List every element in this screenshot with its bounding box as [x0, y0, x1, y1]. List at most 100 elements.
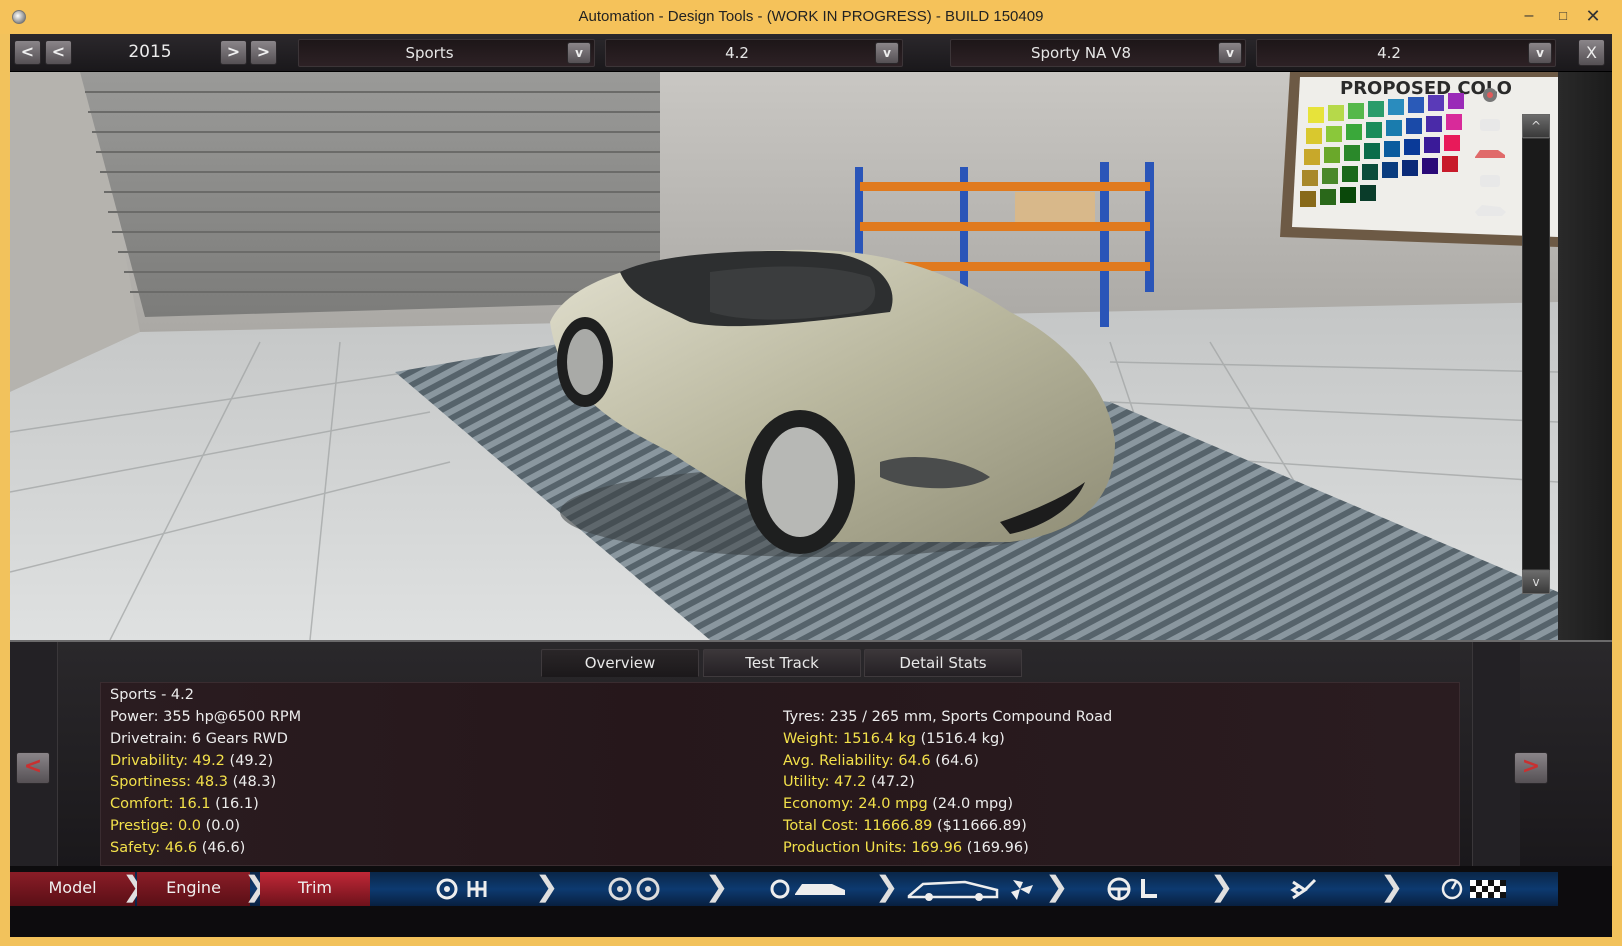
close-designer-button[interactable]: X: [1578, 39, 1605, 66]
stat-base-value: (47.2): [871, 774, 915, 791]
model-dropdown[interactable]: Sports v: [298, 39, 595, 67]
stat-label: Comfort:: [110, 796, 179, 813]
gauge-flag-icon: [1441, 878, 1506, 900]
stat-base-value: (169.96): [966, 839, 1029, 856]
year-prev-fast-button[interactable]: <: [14, 40, 41, 65]
nav-trim[interactable]: Trim: [260, 872, 370, 906]
design-stage-bar: Model ❯ Engine ❯ Trim ❯ ❯ ❯ ❯ ❯ ❯: [10, 872, 1558, 906]
car-front-view-icon[interactable]: [1472, 116, 1508, 134]
nav-body[interactable]: [765, 876, 855, 902]
stat-row: Total Cost: 11666.89 ($11666.89): [783, 818, 1027, 834]
client-area: < < 2015 > > Sports v 4.2 v Sporty NA V8…: [10, 34, 1612, 937]
year-next-fast-button[interactable]: >: [250, 40, 277, 65]
nav-gearbox[interactable]: [430, 876, 500, 902]
maximize-button[interactable]: □: [1548, 4, 1578, 28]
steering-seat-icon: [1107, 877, 1157, 901]
stat-value: 11666.89: [863, 818, 933, 834]
stat-value: 24.0 mpg: [858, 796, 928, 813]
stat-label: Economy:: [783, 796, 859, 813]
stat-base-value: (16.1): [215, 796, 259, 813]
trim-dropdown-value: 4.2: [725, 44, 749, 62]
body-panel-icon: [770, 879, 845, 899]
stat-value: 169.96: [911, 839, 963, 856]
stat-label: Weight:: [783, 730, 844, 747]
bottom-navigation: Model ❯ Engine ❯ Trim ❯ ❯ ❯ ❯ ❯ ❯: [10, 866, 1612, 937]
scroll-up-button[interactable]: ^: [1522, 114, 1550, 138]
suspension-spring-icon: [1290, 878, 1317, 900]
next-stats-button[interactable]: >: [1514, 752, 1548, 784]
scroll-down-button[interactable]: v: [1522, 570, 1550, 594]
wheel-icon: [608, 877, 660, 901]
close-window-button[interactable]: ✕: [1578, 4, 1608, 28]
stat-row: Drivability: 49.2 (49.2): [110, 753, 273, 769]
stat-base-value: (1516.4 kg): [920, 730, 1005, 747]
stat-base-value: (64.6): [935, 752, 979, 769]
chevron-down-icon[interactable]: v: [1528, 42, 1552, 64]
stat-base-value: (0.0): [205, 818, 240, 834]
chevron-right-icon: ❯: [875, 870, 899, 903]
stat-value: 235 / 265 mm, Sports Compound Road: [829, 709, 1113, 725]
app-window: Automation - Design Tools - (WORK IN PRO…: [0, 0, 1622, 946]
car-rear-view-icon[interactable]: [1472, 172, 1508, 190]
stat-label: Utility:: [783, 774, 835, 791]
nav-suspension[interactable]: [1275, 876, 1335, 902]
stat-label: Drivetrain:: [110, 730, 192, 747]
car-3quarter-view-icon[interactable]: [1472, 200, 1508, 218]
stat-value: 6 Gears RWD: [191, 730, 288, 747]
info-panel: Overview Test Track Detail Stats < > Spo…: [10, 640, 1612, 868]
stat-row: Prestige: 0.0 (0.0): [110, 818, 240, 834]
stat-label: Drivability:: [110, 752, 193, 769]
stat-row: Economy: 24.0 mpg (24.0 mpg): [783, 796, 1013, 812]
stat-row: Avg. Reliability: 64.6 (64.6): [783, 753, 979, 769]
engine-dropdown[interactable]: Sporty NA V8 v: [950, 39, 1246, 67]
stat-label: Prestige:: [110, 818, 178, 834]
stat-label: Production Units:: [783, 839, 912, 856]
nav-interior[interactable]: [1100, 876, 1170, 902]
chevron-down-icon[interactable]: v: [567, 42, 591, 64]
stat-row: Sportiness: 48.3 (48.3): [110, 774, 276, 790]
nav-aero[interactable]: [905, 876, 1045, 902]
stat-base-value: (46.6): [201, 839, 246, 856]
engine-variant-dropdown[interactable]: 4.2 v: [1256, 39, 1556, 67]
stat-row: Production Units: 169.96 (169.96): [783, 840, 1029, 856]
chevron-down-icon[interactable]: v: [875, 42, 899, 64]
tab-test-track[interactable]: Test Track: [703, 649, 861, 677]
nav-model[interactable]: Model: [10, 872, 135, 906]
chevron-right-icon: ❯: [1045, 870, 1069, 903]
stats-overview: Sports - 4.2 Power: 355 hp@6500 RPM Drive…: [100, 682, 1460, 866]
engine-dropdown-value: Sporty NA V8: [1031, 44, 1131, 62]
car-3d-viewport[interactable]: PROPOSED COLO: [10, 72, 1558, 640]
stat-row: Safety: 46.6 (46.6): [110, 840, 245, 856]
stat-value: 46.6: [164, 839, 198, 856]
engine-variant-dropdown-value: 4.2: [1377, 44, 1401, 62]
stat-label: Safety:: [110, 839, 165, 856]
stat-base-value: (49.2): [229, 752, 274, 769]
viewport-scrollbar[interactable]: [1522, 138, 1550, 570]
prev-stats-button[interactable]: <: [16, 752, 50, 784]
year-display: 2015: [128, 42, 172, 62]
nav-testing[interactable]: [1435, 876, 1525, 902]
window-title: Automation - Design Tools - (WORK IN PRO…: [578, 8, 1044, 25]
stat-value: 47.2: [834, 774, 867, 791]
trim-dropdown[interactable]: 4.2 v: [605, 39, 903, 67]
year-prev-button[interactable]: <: [45, 40, 72, 65]
title-bar: Automation - Design Tools - (WORK IN PRO…: [0, 0, 1622, 34]
stat-value: 49.2: [192, 752, 225, 769]
camera-icon[interactable]: [1472, 86, 1508, 104]
stat-value: 355 hp@6500 RPM: [163, 709, 302, 725]
nav-wheels[interactable]: [600, 876, 670, 902]
chevron-down-icon[interactable]: v: [1218, 42, 1242, 64]
stat-row: Drivetrain: 6 Gears RWD: [110, 731, 288, 747]
chevron-right-icon: ❯: [1210, 870, 1234, 903]
tab-detail-stats[interactable]: Detail Stats: [864, 649, 1022, 677]
stat-value: 1516.4 kg: [843, 730, 916, 747]
garage-scene: PROPOSED COLO: [10, 72, 1558, 640]
minimize-button[interactable]: –: [1514, 4, 1544, 28]
year-next-button[interactable]: >: [220, 40, 247, 65]
car-side-view-icon[interactable]: [1472, 144, 1508, 162]
stat-row: Utility: 47.2 (47.2): [783, 774, 915, 790]
tab-overview[interactable]: Overview: [541, 649, 699, 677]
nav-engine[interactable]: Engine: [137, 872, 250, 906]
stat-base-value: (24.0 mpg): [932, 796, 1014, 813]
chevron-right-icon: ❯: [705, 870, 729, 903]
